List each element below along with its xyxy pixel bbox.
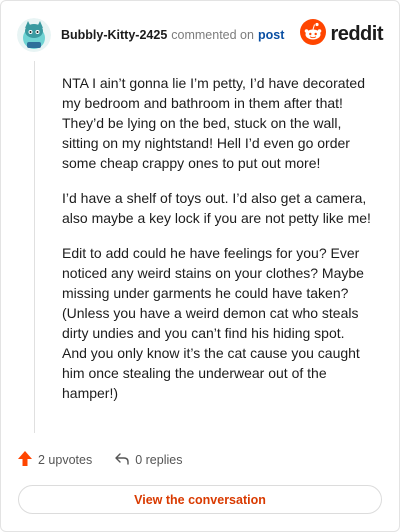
comment-meta: Bubbly-Kitty-2425 commented on post (61, 26, 284, 44)
reddit-logo-icon (300, 19, 327, 50)
comment-paragraph: Edit to add could he have feelings for y… (62, 245, 364, 401)
reddit-brand[interactable]: reddit (300, 19, 383, 50)
upvote-button[interactable]: 2 upvotes (17, 450, 92, 470)
comment-actions: 2 upvotes 0 replies (17, 450, 182, 470)
upvote-count: 2 upvotes (38, 453, 93, 467)
comment-header: Bubbly-Kitty-2425 commented on post redd… (17, 15, 383, 55)
reply-button[interactable]: 0 replies (114, 451, 182, 470)
view-conversation-button[interactable]: View the conversation (18, 485, 382, 514)
upvote-arrow-icon (17, 450, 38, 470)
snoo-avatar-icon[interactable] (17, 18, 51, 52)
comment-body: NTA I ain’t gonna lie I’m petty, I’d hav… (62, 73, 372, 418)
reply-count: 0 replies (135, 453, 183, 467)
comment-paragraph: NTA I ain’t gonna lie I’m petty, I’d hav… (62, 75, 365, 171)
comment-embed-card: Bubbly-Kitty-2425 commented on post redd… (0, 0, 400, 532)
username[interactable]: Bubbly-Kitty-2425 (61, 26, 167, 44)
reply-arrow-icon (114, 451, 135, 470)
comment-paragraph: I’d have a shelf of toys out. I’d also g… (62, 190, 371, 226)
commented-on-label: commented on (171, 28, 254, 42)
reddit-wordmark: reddit (330, 23, 383, 45)
thread-line (34, 61, 35, 433)
post-link[interactable]: post (258, 26, 284, 44)
